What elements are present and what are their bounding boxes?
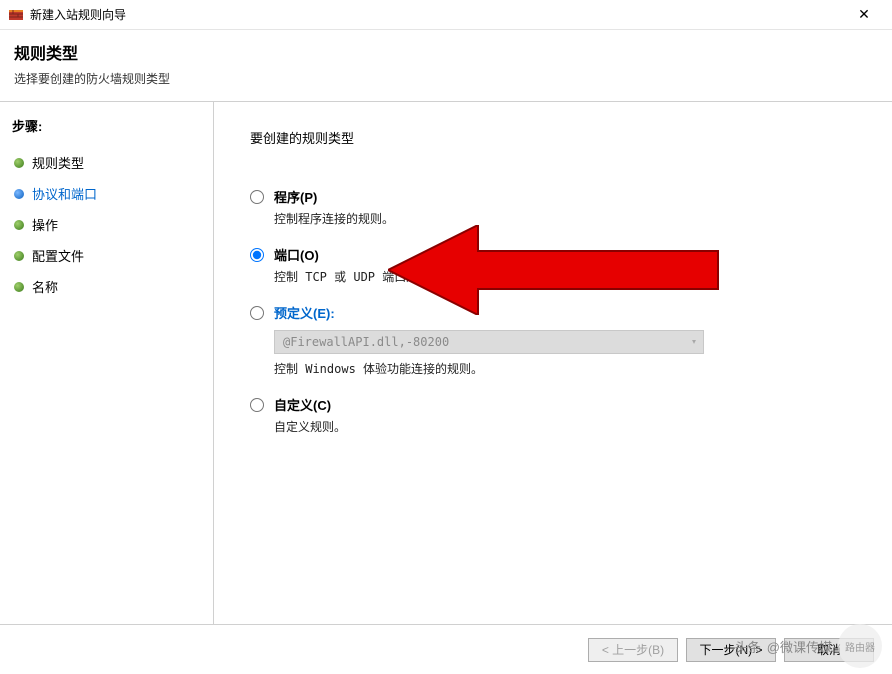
window-title: 新建入站规则向导: [30, 6, 844, 23]
step-profile[interactable]: 配置文件: [12, 240, 201, 271]
radio-custom[interactable]: [250, 398, 264, 412]
step-action[interactable]: 操作: [12, 209, 201, 240]
step-bullet-icon: [14, 189, 24, 199]
page-subtitle: 选择要创建的防火墙规则类型: [14, 70, 878, 87]
chevron-down-icon: ▾: [691, 337, 697, 348]
step-bullet-icon: [14, 282, 24, 292]
next-button[interactable]: 下一步(N) >: [686, 638, 776, 662]
step-name[interactable]: 名称: [12, 271, 201, 302]
steps-heading: 步骤:: [12, 116, 201, 135]
firewall-icon: [8, 7, 24, 23]
radio-program[interactable]: [250, 190, 264, 204]
step-bullet-icon: [14, 220, 24, 230]
option-program-row[interactable]: 程序(P): [250, 187, 862, 206]
next-label: 下一步(N) >: [699, 641, 762, 658]
page-title: 规则类型: [14, 40, 878, 64]
option-desc: 控制 TCP 或 UDP 端口连接的规则。: [274, 268, 862, 285]
option-label: 端口(O): [274, 245, 319, 264]
step-label: 名称: [32, 277, 58, 296]
option-label: 预定义(E):: [274, 303, 335, 322]
option-program: 程序(P) 控制程序连接的规则。: [250, 187, 862, 227]
dropdown-value: @FirewallAPI.dll,-80200: [283, 335, 449, 349]
step-bullet-icon: [14, 251, 24, 261]
option-custom: 自定义(C) 自定义规则。: [250, 395, 862, 435]
option-desc: 控制 Windows 体验功能连接的规则。: [274, 360, 862, 377]
back-button[interactable]: < 上一步(B): [588, 638, 678, 662]
option-port: 端口(O) 控制 TCP 或 UDP 端口连接的规则。: [250, 245, 862, 285]
steps-sidebar: 步骤: 规则类型 协议和端口 操作 配置文件 名称: [0, 102, 214, 633]
step-label: 规则类型: [32, 153, 84, 172]
option-desc: 控制程序连接的规则。: [274, 210, 862, 227]
option-label: 自定义(C): [274, 395, 331, 414]
option-label: 程序(P): [274, 187, 317, 206]
close-button[interactable]: ✕: [844, 0, 884, 30]
option-custom-row[interactable]: 自定义(C): [250, 395, 862, 414]
cancel-button[interactable]: 取消: [784, 638, 874, 662]
wizard-body: 步骤: 规则类型 协议和端口 操作 配置文件 名称 要创建的规则类型 程序(P): [0, 101, 892, 633]
option-predefined: 预定义(E): @FirewallAPI.dll,-80200 ▾ 控制 Win…: [250, 303, 862, 377]
section-title: 要创建的规则类型: [250, 128, 862, 147]
step-label: 配置文件: [32, 246, 84, 265]
radio-port[interactable]: [250, 248, 264, 262]
option-predefined-row[interactable]: 预定义(E):: [250, 303, 862, 322]
step-rule-type[interactable]: 规则类型: [12, 147, 201, 178]
step-label: 操作: [32, 215, 58, 234]
wizard-footer: < 上一步(B) 下一步(N) > 取消: [0, 624, 892, 674]
option-port-row[interactable]: 端口(O): [250, 245, 862, 264]
wizard-header: 规则类型 选择要创建的防火墙规则类型: [0, 30, 892, 101]
step-protocol-port[interactable]: 协议和端口: [12, 178, 201, 209]
step-label: 协议和端口: [32, 184, 97, 203]
back-label: < 上一步(B): [602, 641, 664, 658]
main-panel: 要创建的规则类型 程序(P) 控制程序连接的规则。 端口(O) 控制 TCP 或…: [214, 102, 892, 633]
close-icon: ✕: [858, 6, 870, 23]
predefined-dropdown[interactable]: @FirewallAPI.dll,-80200 ▾: [274, 330, 704, 354]
cancel-label: 取消: [817, 641, 841, 658]
option-desc: 自定义规则。: [274, 418, 862, 435]
step-bullet-icon: [14, 158, 24, 168]
titlebar: 新建入站规则向导 ✕: [0, 0, 892, 30]
radio-predefined[interactable]: [250, 306, 264, 320]
